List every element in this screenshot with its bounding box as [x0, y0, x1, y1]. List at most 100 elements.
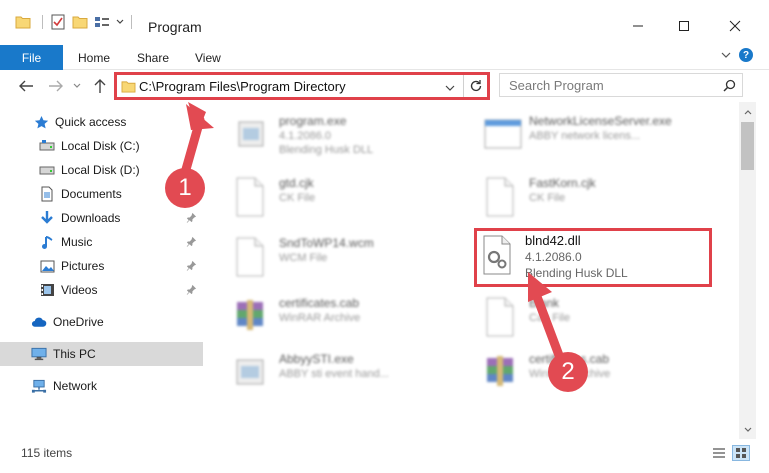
- sidebar-item-this-pc[interactable]: This PC: [0, 342, 203, 366]
- search-icon[interactable]: [723, 79, 736, 95]
- tab-home[interactable]: Home: [78, 45, 110, 70]
- toolbar-divider: [42, 15, 43, 29]
- callout-step-two: 2: [548, 352, 588, 392]
- window-title: Program: [148, 19, 202, 35]
- sidebar-item-network[interactable]: Network: [0, 374, 203, 398]
- maximize-button[interactable]: [661, 12, 707, 40]
- address-bar[interactable]: C:\Program Files\Program Directory: [114, 72, 490, 100]
- pin-icon[interactable]: [186, 284, 197, 298]
- file-detail: CK File: [279, 192, 316, 204]
- chevron-down-icon[interactable]: [721, 48, 731, 62]
- file-detail: Cab File: [529, 312, 570, 324]
- folder-icon[interactable]: [14, 13, 32, 31]
- scroll-up-icon[interactable]: [739, 106, 756, 118]
- file-version: 4.1.2086.0: [525, 250, 582, 264]
- sidebar-item-label: This PC: [53, 347, 96, 361]
- pin-icon[interactable]: [186, 260, 197, 274]
- file-name: FastKorn.cjk: [529, 176, 596, 190]
- download-icon: [39, 210, 55, 226]
- sidebar-item-music[interactable]: Music: [0, 230, 203, 254]
- toolbar-divider: [131, 15, 132, 29]
- list-item[interactable]: certificates.cab WinRAR Archive: [211, 290, 451, 346]
- search-placeholder: Search Program: [509, 78, 604, 93]
- chevron-down-icon[interactable]: [445, 81, 455, 95]
- file-name: AbbyySTI.exe: [279, 352, 354, 366]
- pin-icon[interactable]: [186, 236, 197, 250]
- file-detail: 4.1.2086.0: [279, 130, 331, 142]
- chevron-down-icon[interactable]: [115, 13, 125, 31]
- ribbon-tabs: File Home Share View ?: [0, 40, 769, 70]
- refresh-button[interactable]: [463, 75, 487, 97]
- scroll-down-icon[interactable]: [739, 423, 756, 435]
- large-icons-view-icon[interactable]: [732, 445, 750, 461]
- pin-icon[interactable]: [186, 212, 197, 226]
- exe-file-icon: [483, 114, 522, 156]
- drive-icon: [39, 162, 55, 178]
- title-bar: Program: [0, 0, 769, 40]
- drive-icon: [39, 138, 55, 154]
- list-item[interactable]: NetworkLicenseServer.exe ABBY network li…: [461, 108, 701, 164]
- documents-icon: [39, 186, 55, 202]
- exe-file-icon: [233, 352, 267, 394]
- computer-icon: [31, 346, 47, 362]
- sidebar-item-label: Downloads: [61, 211, 121, 225]
- quick-access-toolbar: [14, 13, 138, 31]
- vertical-scrollbar[interactable]: [739, 102, 756, 439]
- file-detail: WinRAR Archive: [279, 312, 361, 324]
- cloud-icon: [31, 314, 47, 330]
- sidebar-item-onedrive[interactable]: OneDrive: [0, 310, 203, 334]
- navigation-pane: Quick access Local Disk (C:) Local Disk …: [0, 102, 203, 439]
- file-name: SndToWP14.wcm: [279, 236, 374, 250]
- sidebar-item-label: Quick access: [55, 115, 127, 129]
- scrollbar-thumb[interactable]: [741, 122, 754, 170]
- new-folder-icon[interactable]: [71, 13, 89, 31]
- search-input[interactable]: Search Program: [499, 73, 743, 97]
- dll-file-icon: [481, 235, 513, 278]
- file-detail: WCM File: [279, 252, 328, 264]
- sidebar-item-pictures[interactable]: Pictures: [0, 254, 203, 278]
- generic-file-icon: [233, 236, 267, 278]
- sidebar-item-label: Network: [53, 379, 98, 393]
- list-item[interactable]: AbbyySTI.exe ABBY sti event hand...: [211, 346, 451, 402]
- sidebar-item-local-disk-c[interactable]: Local Disk (C:): [0, 134, 203, 158]
- properties-icon[interactable]: [49, 13, 67, 31]
- list-item[interactable]: program.exe 4.1.2086.0 Blending Husk DLL: [211, 108, 451, 164]
- file-name: certificates.cab: [279, 296, 360, 310]
- music-icon: [39, 234, 55, 250]
- sidebar-item-downloads[interactable]: Downloads: [0, 206, 203, 230]
- list-item[interactable]: SndToWP14.wcm WCM File: [211, 230, 451, 286]
- tab-share[interactable]: Share: [137, 45, 169, 70]
- recent-locations-button[interactable]: [70, 76, 84, 96]
- generic-file-icon: [483, 176, 517, 218]
- list-item[interactable]: FastKorn.cjk CK File: [461, 170, 701, 226]
- details-view-icon[interactable]: [710, 445, 728, 461]
- generic-file-icon: [233, 176, 267, 218]
- address-path: C:\Program Files\Program Directory: [139, 79, 346, 94]
- file-detail: CK File: [529, 192, 566, 204]
- sidebar-item-label: Pictures: [61, 259, 105, 273]
- up-button[interactable]: [90, 76, 110, 96]
- forward-button[interactable]: [46, 76, 66, 96]
- videos-icon: [39, 282, 55, 298]
- tab-view[interactable]: View: [195, 45, 221, 70]
- view-options-icon[interactable]: [93, 13, 111, 31]
- tab-file[interactable]: File: [0, 45, 63, 70]
- file-detail: ABBY sti event hand...: [279, 368, 389, 380]
- selected-file-highlight[interactable]: blnd42.dll 4.1.2086.0 Blending Husk DLL: [474, 228, 712, 287]
- close-button[interactable]: [712, 12, 758, 40]
- archive-file-icon: [233, 296, 267, 338]
- back-button[interactable]: [16, 76, 36, 96]
- sidebar-item-label: Music: [61, 235, 93, 249]
- sidebar-item-quick-access[interactable]: Quick access: [0, 110, 203, 134]
- file-name: gtd.cjk: [279, 176, 314, 190]
- status-bar: 115 items: [0, 439, 769, 473]
- sidebar-item-videos[interactable]: Videos: [0, 278, 203, 302]
- generic-file-icon: [483, 296, 517, 338]
- pictures-icon: [39, 258, 55, 274]
- help-icon[interactable]: ?: [739, 48, 753, 62]
- list-item[interactable]: gtd.cjk CK File: [211, 170, 451, 226]
- minimize-button[interactable]: [615, 12, 661, 40]
- file-detail: ABBY network licens...: [529, 130, 641, 142]
- list-item[interactable]: Blank Cab File: [461, 290, 701, 346]
- exe-file-icon: [233, 114, 267, 156]
